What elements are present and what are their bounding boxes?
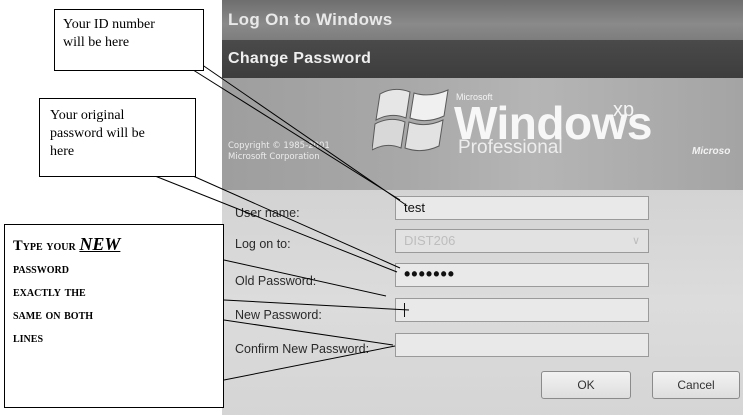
ok-button[interactable]: OK [541,371,631,399]
username-value: test [404,200,425,215]
old-password-field[interactable]: ••••••• [395,263,649,287]
logon-to-value: DIST206 [404,233,456,248]
logon-to-label: Log on to: [235,237,291,251]
window-title-bar: Log On to Windows [222,0,743,40]
xp-logo-text: xp [613,99,635,121]
callout-new-password: Type your NEW password exactly the same … [4,224,224,408]
dialog-title: Change Password [228,50,372,67]
username-label: User name: [235,206,300,220]
change-password-form: User name: test Log on to: DIST206 ∨ Old… [222,190,743,415]
old-password-mask: ••••••• [404,264,456,284]
new-password-field[interactable] [395,298,649,322]
edition-text: Professional [458,137,563,158]
callout-id-number: Your ID number will be here [54,9,204,71]
windows-xp-banner: Copyright © 1985-2001 Microsoft Corporat… [222,78,743,190]
window-title: Log On to Windows [228,10,393,29]
cancel-button[interactable]: Cancel [652,371,740,399]
callout-new-line1: Type your NEW [13,234,121,254]
username-field[interactable]: test [395,196,649,220]
logon-to-select[interactable]: DIST206 ∨ [395,229,649,253]
copyright-text: Copyright © 1985-2001 Microsoft Corporat… [228,141,330,162]
dialog-title-bar: Change Password [222,40,743,78]
microsoft-logo-text: Microso [692,146,731,157]
windows-flag-icon [372,88,449,152]
old-password-label: Old Password: [235,274,317,288]
confirm-password-field[interactable] [395,333,649,357]
text-cursor [404,303,405,317]
new-password-label: New Password: [235,308,322,322]
chevron-down-icon: ∨ [631,235,640,247]
logon-dialog-photo: Log On to Windows Change Password Copyri… [222,0,743,415]
callout-original-password: Your original password will be here [39,98,196,177]
confirm-password-label: Confirm New Password: [235,342,370,356]
